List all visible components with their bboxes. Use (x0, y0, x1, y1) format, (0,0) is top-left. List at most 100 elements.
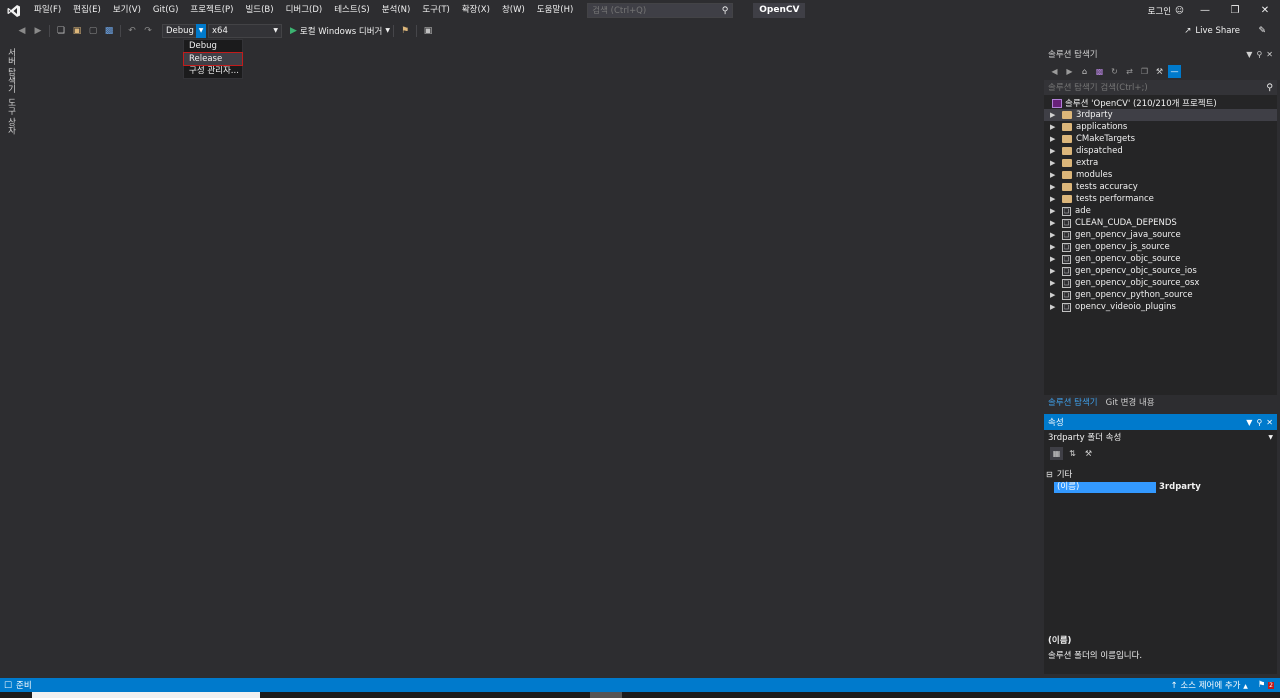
live-share-button[interactable]: ↗ Live Share (1184, 26, 1240, 36)
back-icon[interactable]: ◀ (1048, 65, 1061, 78)
tree-folder-item[interactable]: ▶ dispatched (1044, 145, 1277, 157)
property-pages-icon[interactable]: ⚒ (1082, 447, 1095, 460)
tree-folder-item[interactable]: ▶ modules (1044, 169, 1277, 181)
expand-arrow-icon[interactable]: ▶ (1050, 195, 1058, 203)
tree-project-item[interactable]: ▶ ❏ gen_opencv_python_source (1044, 289, 1277, 301)
menu-item[interactable]: 파일(F) (28, 0, 67, 21)
configuration-option[interactable]: Debug (184, 40, 242, 53)
start-debugging-button[interactable]: ▶ 로컬 Windows 디버거 ▼ (290, 25, 390, 37)
forward-icon[interactable]: ▶ (31, 24, 45, 38)
expand-arrow-icon[interactable]: ▶ (1050, 111, 1058, 119)
undo-icon[interactable]: ↶ (125, 24, 139, 38)
taskbar-app[interactable] (590, 692, 622, 698)
add-to-source-control-button[interactable]: ↑ 소스 제어에 추가 ▲ (1171, 679, 1248, 691)
menu-item[interactable]: Git(G) (147, 0, 185, 21)
screenshot-icon[interactable]: ▣ (421, 24, 435, 38)
toolbox-tab[interactable]: 도구 상자 (5, 98, 17, 135)
expand-arrow-icon[interactable]: ▶ (1050, 279, 1058, 287)
tree-project-item[interactable]: ▶ ❏ gen_opencv_objc_source_osx (1044, 277, 1277, 289)
visual-studio-logo-icon[interactable] (4, 0, 24, 21)
property-row-name[interactable]: (이름) 3rdparty (1044, 481, 1277, 493)
feedback-icon[interactable]: ✎ (1258, 26, 1266, 36)
solution-platform-select[interactable]: x64 ▼ (208, 23, 282, 38)
expand-arrow-icon[interactable]: ▶ (1050, 291, 1058, 299)
minimize-button[interactable]: — (1190, 0, 1220, 21)
taskbar-search[interactable] (32, 692, 260, 698)
expand-arrow-icon[interactable]: ▶ (1050, 135, 1058, 143)
back-icon[interactable]: ◀ (15, 24, 29, 38)
open-folder-icon[interactable]: ▣ (70, 24, 84, 38)
chevron-down-icon[interactable]: ▼ (385, 27, 390, 34)
expand-arrow-icon[interactable]: ▶ (1050, 207, 1058, 215)
tree-project-item[interactable]: ▶ ❏ gen_opencv_objc_source_ios (1044, 265, 1277, 277)
menu-item[interactable]: 창(W) (496, 0, 531, 21)
tree-project-item[interactable]: ▶ ❏ gen_opencv_objc_source (1044, 253, 1277, 265)
expand-arrow-icon[interactable]: ▶ (1050, 267, 1058, 275)
tree-project-item[interactable]: ▶ ❏ opencv_videoio_plugins (1044, 301, 1277, 313)
pin-icon[interactable]: ⚲ (1256, 418, 1262, 427)
menu-item[interactable]: 프로젝트(P) (184, 0, 239, 21)
expand-arrow-icon[interactable]: ▶ (1050, 303, 1058, 311)
login-button[interactable]: 로그인 ☺ (1148, 5, 1184, 17)
preview-selected-icon[interactable]: — (1168, 64, 1181, 78)
properties-wrench-icon[interactable]: ⚒ (1153, 65, 1166, 78)
pin-icon[interactable]: ⚲ (1256, 50, 1262, 59)
close-panel-icon[interactable]: ✕ (1266, 50, 1273, 59)
menu-item[interactable]: 도구(T) (416, 0, 455, 21)
solution-explorer-search-input[interactable] (1048, 82, 1238, 93)
save-icon[interactable]: ▢ (86, 24, 100, 38)
server-explorer-tab[interactable]: 서버 탐색기 (5, 48, 17, 93)
tab-solution-explorer[interactable]: 솔루션 탐색기 (1044, 396, 1102, 408)
window-position-icon[interactable]: ▼ (1246, 50, 1252, 59)
expand-arrow-icon[interactable]: ▶ (1050, 159, 1058, 167)
tab-git-changes[interactable]: Git 변경 내용 (1102, 396, 1159, 408)
tree-folder-item[interactable]: ▶ 3rdparty (1044, 109, 1277, 121)
global-search-input[interactable] (592, 5, 713, 16)
tree-folder-item[interactable]: ▶ tests accuracy (1044, 181, 1277, 193)
properties-object-selector[interactable]: 3rdparty 폴더 속성 ▼ (1044, 430, 1277, 444)
chevron-down-icon[interactable]: ▼ (196, 23, 206, 38)
expand-arrow-icon[interactable]: ▶ (1050, 183, 1058, 191)
tree-project-item[interactable]: ▶ ❏ ade (1044, 205, 1277, 217)
pending-changes-filter-icon[interactable]: ↻ (1108, 65, 1121, 78)
new-project-icon[interactable]: ❏ (54, 24, 68, 38)
alphabetical-icon[interactable]: ⇅ (1066, 447, 1079, 460)
expand-arrow-icon[interactable]: ▶ (1050, 219, 1058, 227)
collapse-icon[interactable]: ⊟ (1046, 470, 1053, 479)
property-category[interactable]: ⊟ 기타 (1044, 468, 1277, 481)
close-button[interactable]: ✕ (1250, 0, 1280, 21)
forward-icon[interactable]: ▶ (1063, 65, 1076, 78)
output-window-icon[interactable]: □ (4, 680, 12, 690)
tree-folder-item[interactable]: ▶ CMakeTargets (1044, 133, 1277, 145)
search-icon[interactable]: ⚲ (1266, 83, 1273, 93)
window-position-icon[interactable]: ▼ (1246, 418, 1252, 427)
menu-item[interactable]: 디버그(D) (280, 0, 329, 21)
expand-arrow-icon[interactable]: ▶ (1050, 123, 1058, 131)
expand-arrow-icon[interactable]: ▶ (1050, 243, 1058, 251)
menu-item[interactable]: 도움말(H) (531, 0, 579, 21)
categorized-icon[interactable]: ▦ (1050, 446, 1063, 460)
tree-folder-item[interactable]: ▶ tests performance (1044, 193, 1277, 205)
configuration-option[interactable]: Release (183, 51, 243, 66)
tree-project-item[interactable]: ▶ ❏ gen_opencv_java_source (1044, 229, 1277, 241)
expand-arrow-icon[interactable]: ▶ (1050, 255, 1058, 263)
menu-item[interactable]: 테스트(S) (328, 0, 376, 21)
close-panel-icon[interactable]: ✕ (1266, 418, 1273, 427)
switch-views-icon[interactable]: ▩ (1093, 65, 1106, 78)
property-value[interactable]: 3rdparty (1156, 482, 1201, 492)
search-icon[interactable]: ⚲ (722, 6, 729, 16)
solution-explorer-search[interactable]: ⚲ (1044, 80, 1277, 95)
menu-item[interactable]: 편집(E) (67, 0, 107, 21)
solution-configuration-select[interactable]: Debug ▼ (162, 23, 206, 38)
expand-arrow-icon[interactable]: ▶ (1050, 147, 1058, 155)
save-all-icon[interactable]: ▩ (102, 24, 116, 38)
sync-icon[interactable]: ⇄ (1123, 65, 1136, 78)
redo-icon[interactable]: ↷ (141, 24, 155, 38)
tree-folder-item[interactable]: ▶ applications (1044, 121, 1277, 133)
home-icon[interactable]: ⌂ (1078, 65, 1091, 78)
notifications-button[interactable]: ⚑ 2 (1258, 680, 1274, 690)
expand-arrow-icon[interactable]: ▶ (1050, 231, 1058, 239)
configuration-option[interactable]: 구성 관리자... (184, 65, 242, 78)
menu-item[interactable]: 빌드(B) (239, 0, 279, 21)
menu-item[interactable]: 확장(X) (456, 0, 496, 21)
